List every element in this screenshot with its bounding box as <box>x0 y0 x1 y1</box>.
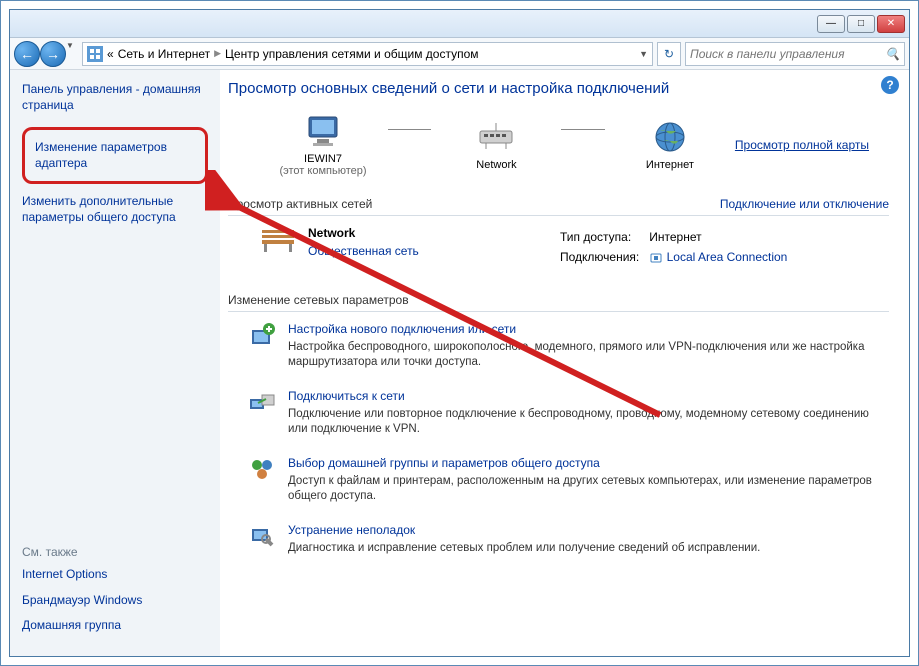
sidebar-homegroup-link[interactable]: Домашняя группа <box>22 618 208 634</box>
minimize-button[interactable]: — <box>817 15 845 33</box>
refresh-button[interactable]: ↻ <box>657 42 681 66</box>
breadcrumb-segment-2[interactable]: Центр управления сетями и общим доступом <box>225 47 479 61</box>
breadcrumb-segment-1[interactable]: Сеть и Интернет <box>118 47 210 61</box>
sidebar-adapter-settings-link[interactable]: Изменение параметров адаптера <box>22 127 208 184</box>
task-troubleshoot-desc: Диагностика и исправление сетевых пробле… <box>288 541 760 557</box>
titlebar: — □ ✕ <box>10 10 909 38</box>
control-panel-icon <box>87 46 103 62</box>
network-name: Network <box>308 226 419 240</box>
search-input[interactable] <box>690 47 885 61</box>
forward-button[interactable]: → <box>40 41 66 67</box>
map-line-2 <box>561 129 604 130</box>
nav-arrows: ← → ▼ <box>14 41 78 67</box>
connect-disconnect-link[interactable]: Подключение или отключение <box>720 197 889 211</box>
active-network-row: Network Общественная сеть Тип доступа: И… <box>228 226 889 269</box>
task-new-connection-title[interactable]: Настройка нового подключения или сети <box>288 322 879 336</box>
active-network-left: Network Общественная сеть <box>258 226 538 269</box>
breadcrumb[interactable]: « Сеть и Интернет ▶ Центр управления сет… <box>82 42 653 66</box>
connection-link[interactable]: Local Area Connection <box>667 250 788 264</box>
back-button[interactable]: ← <box>14 41 40 67</box>
task-new-connection-desc: Настройка беспроводного, широкополосного… <box>288 340 879 371</box>
breadcrumb-dropdown-icon[interactable]: ▼ <box>639 49 648 59</box>
task-new-connection: Настройка нового подключения или сети На… <box>248 322 879 371</box>
park-bench-icon <box>258 226 298 254</box>
access-type-label: Тип доступа: <box>560 228 647 246</box>
nav-history-dropdown[interactable]: ▼ <box>66 41 78 67</box>
map-node-computer: IEWIN7 (этот компьютер) <box>268 113 378 177</box>
sidebar-firewall-link[interactable]: Брандмауэр Windows <box>22 593 208 609</box>
task-troubleshoot: Устранение неполадок Диагностика и испра… <box>248 523 879 557</box>
maximize-button[interactable]: □ <box>847 15 875 33</box>
breadcrumb-separator-icon: ▶ <box>214 48 221 59</box>
task-connect-network-title[interactable]: Подключиться к сети <box>288 389 879 403</box>
map-node-computer-name: IEWIN7 <box>304 153 342 165</box>
change-settings-header: Изменение сетевых параметров <box>228 289 889 312</box>
search-box[interactable]: 🔍 <box>685 42 905 66</box>
map-node-network: Network <box>441 119 551 171</box>
task-homegroup-desc: Доступ к файлам и принтерам, расположенн… <box>288 474 879 505</box>
connections-label: Подключения: <box>560 248 647 267</box>
connect-network-icon <box>248 389 276 417</box>
sidebar: Панель управления - домашняя страница Из… <box>10 70 220 656</box>
page-title: Просмотр основных сведений о сети и наст… <box>228 80 889 97</box>
map-node-computer-sub: (этот компьютер) <box>279 165 366 177</box>
navbar: ← → ▼ « Сеть и Интернет ▶ Центр управлен… <box>10 38 909 70</box>
troubleshoot-icon <box>248 523 276 551</box>
task-connect-network: Подключиться к сети Подключение или повт… <box>248 389 879 438</box>
active-networks-label: Просмотр активных сетей <box>228 197 372 211</box>
sidebar-internet-options-link[interactable]: Internet Options <box>22 567 208 583</box>
globe-icon <box>650 119 690 155</box>
help-icon[interactable]: ? <box>881 76 899 94</box>
body-area: Панель управления - домашняя страница Из… <box>10 70 909 656</box>
window-frame: — □ ✕ ← → ▼ « Сеть и Интернет ▶ Центр уп… <box>9 9 910 657</box>
sidebar-advanced-sharing-link[interactable]: Изменить дополнительные параметры общего… <box>22 194 208 225</box>
task-homegroup: Выбор домашней группы и параметров общег… <box>248 456 879 505</box>
computer-icon <box>303 113 343 149</box>
homegroup-icon <box>248 456 276 484</box>
map-line-1 <box>388 129 431 130</box>
tasks-list: Настройка нового подключения или сети На… <box>228 322 889 557</box>
sidebar-home-link[interactable]: Панель управления - домашняя страница <box>22 82 208 113</box>
access-type-value: Интернет <box>649 228 795 246</box>
full-map-link[interactable]: Просмотр полной карты <box>735 138 869 152</box>
network-map: IEWIN7 (этот компьютер) Network Интернет <box>228 113 889 185</box>
change-settings-label: Изменение сетевых параметров <box>228 293 409 307</box>
active-networks-header: Просмотр активных сетей Подключение или … <box>228 193 889 216</box>
breadcrumb-prefix: « <box>107 47 114 61</box>
task-connect-network-desc: Подключение или повторное подключение к … <box>288 407 879 438</box>
close-button[interactable]: ✕ <box>877 15 905 33</box>
network-switch-icon <box>476 119 516 155</box>
active-network-details: Тип доступа: Интернет Подключения: Local… <box>558 226 797 269</box>
task-homegroup-title[interactable]: Выбор домашней группы и параметров общег… <box>288 456 879 470</box>
map-node-internet: Интернет <box>615 119 725 171</box>
search-icon: 🔍 <box>885 47 900 61</box>
content: ? Просмотр основных сведений о сети и на… <box>220 70 909 656</box>
ethernet-icon <box>649 251 663 265</box>
map-node-internet-name: Интернет <box>646 159 694 171</box>
network-type-link[interactable]: Общественная сеть <box>308 244 419 258</box>
task-troubleshoot-title[interactable]: Устранение неполадок <box>288 523 760 537</box>
window-outer: — □ ✕ ← → ▼ « Сеть и Интернет ▶ Центр уп… <box>0 0 919 666</box>
map-node-network-name: Network <box>476 159 516 171</box>
sidebar-see-also-label: См. также <box>22 545 208 559</box>
new-connection-icon <box>248 322 276 350</box>
